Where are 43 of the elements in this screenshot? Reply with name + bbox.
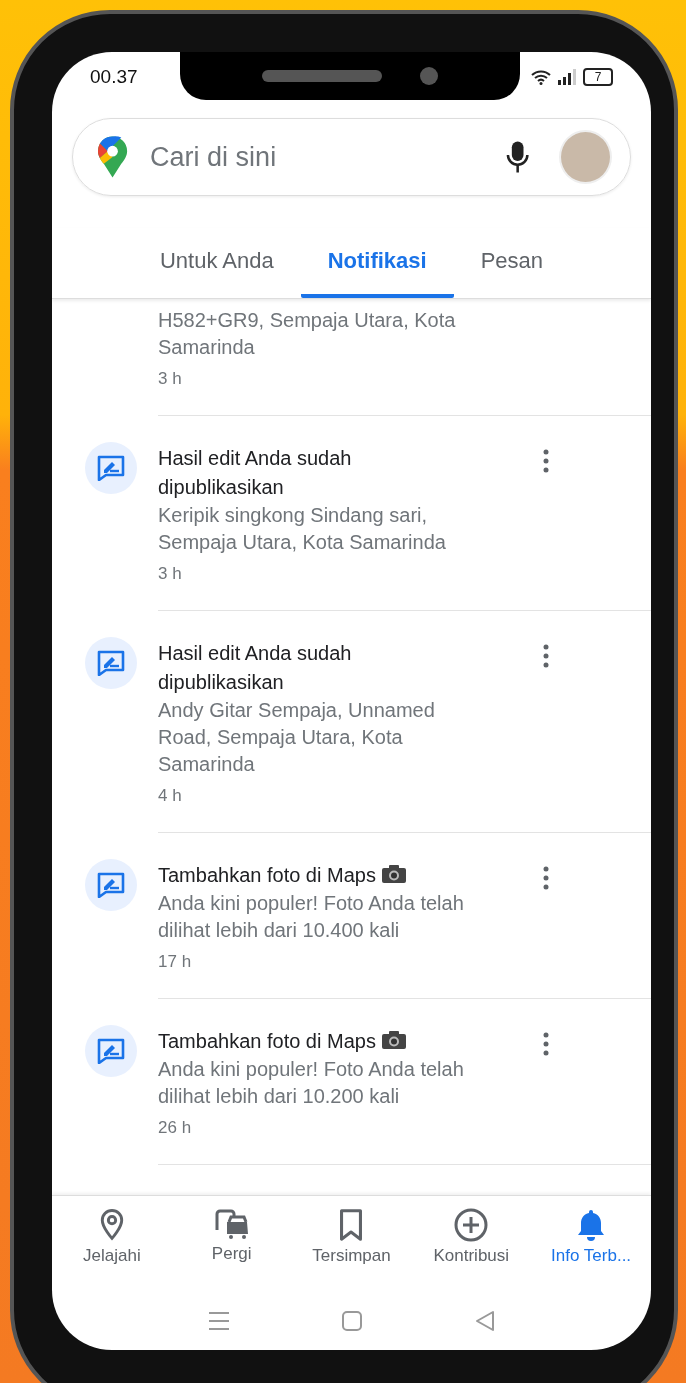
front-camera (420, 67, 438, 85)
search-input[interactable]: Cari di sini (148, 140, 507, 174)
add-circle-icon (454, 1208, 489, 1242)
notification-bell-icon (576, 1208, 607, 1242)
camera-icon (381, 864, 408, 884)
notification-title: Hasil edit Anda sudah dipublikasikan (158, 641, 353, 695)
notification-title: Tambahkan foto di Maps (158, 861, 476, 890)
wifi-icon (531, 69, 551, 85)
signal-icon (557, 69, 577, 85)
notification-text: Andy Gitar Sempaja, Unnamed Road, Sempaja Utara, Kota Samarinda (158, 698, 436, 777)
notification-address: H582+GR9, Sempaja Utara, Kota Samarinda (158, 308, 457, 360)
notification-text: Anda kini populer! Foto Anda telah dilihat lebih dari 10.200 kali (158, 1057, 465, 1109)
car-icon (213, 1208, 250, 1240)
battery-level: 7 (583, 68, 613, 86)
notification-text: Anda kini populer! Foto Anda telah dilihat lebih dari 10.400 kali (158, 891, 465, 943)
notification-time: 3 h (158, 369, 183, 389)
edit-badge-icon (85, 859, 137, 911)
edit-badge-icon (85, 637, 137, 689)
notification-text: Keripik singkong Sindang sari, Sempaja Utara, Kota Samarinda (158, 503, 447, 555)
notification-time: 17 h (158, 952, 193, 972)
notification-title: Tambahkan foto di Maps (158, 1027, 476, 1056)
maps-pin-logo (97, 135, 129, 179)
tab[interactable]: Pesan (453, 228, 571, 298)
nav-tab[interactable]: Jelajahi (52, 1196, 172, 1292)
nav-tab[interactable]: Tersimpan (291, 1196, 412, 1292)
nav-tab[interactable]: Kontribusi (411, 1196, 532, 1292)
menu-icon[interactable] (207, 1311, 230, 1331)
bookmark-icon (338, 1208, 365, 1242)
back-icon[interactable] (473, 1310, 496, 1332)
tab[interactable]: Notifikasi (300, 228, 454, 298)
tab[interactable]: Untuk Anda (132, 228, 301, 298)
notification-title: Hasil edit Anda sudah dipublikasikan (158, 446, 353, 500)
notification-time: 3 h (158, 564, 183, 584)
home-square-icon[interactable] (340, 1310, 363, 1332)
edit-badge-icon (85, 442, 137, 494)
edit-badge-icon (85, 1025, 137, 1077)
microphone-icon[interactable] (506, 140, 530, 174)
camera-icon (381, 1030, 408, 1050)
nav-tab[interactable]: Info Terb... (531, 1196, 651, 1292)
notification-time: 26 h (158, 1118, 193, 1138)
notification-time: 4 h (158, 786, 183, 806)
status-time: 00.37 (90, 66, 138, 88)
nav-tab[interactable]: Pergi (171, 1196, 292, 1292)
